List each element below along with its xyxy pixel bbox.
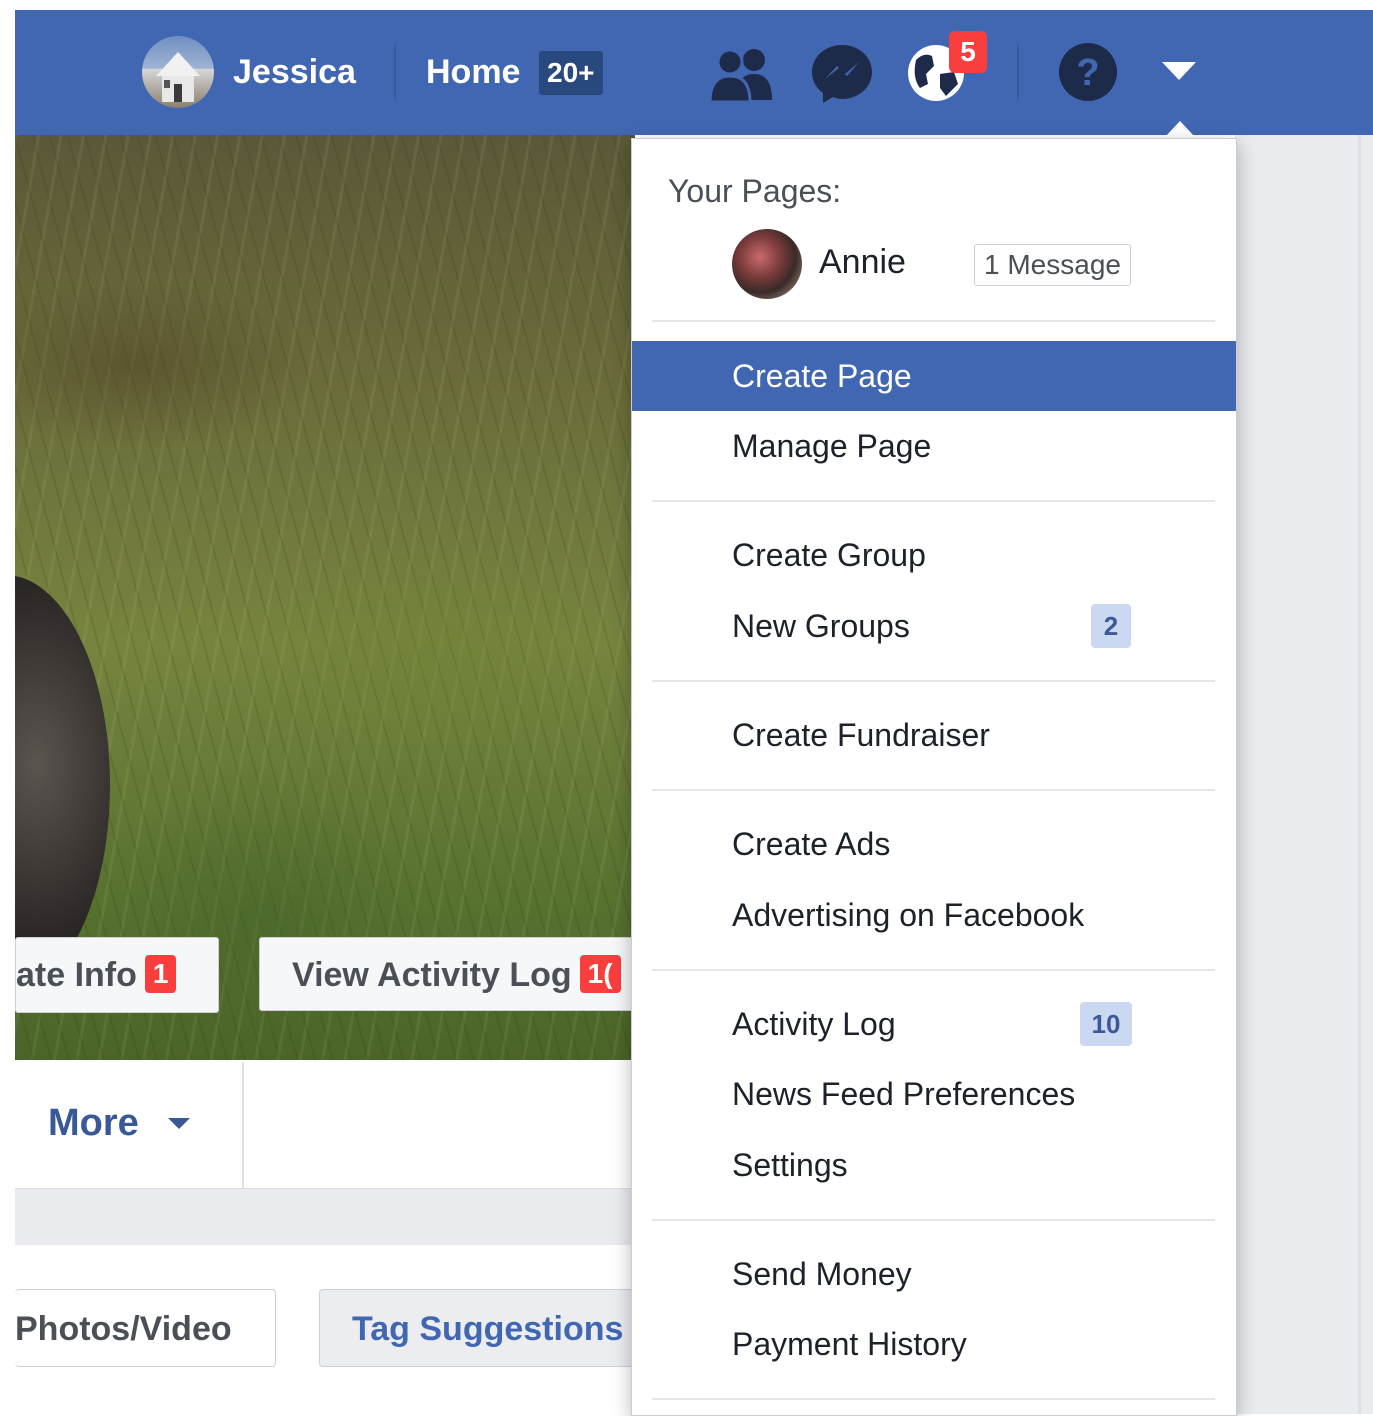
view-activity-log-badge: 1( xyxy=(579,955,621,994)
page-message-badge[interactable]: 1 Message xyxy=(974,244,1131,286)
home-link[interactable]: Home xyxy=(426,52,520,92)
your-pages-heading: Your Pages: xyxy=(668,173,842,209)
menu-item-create-fundraiser[interactable]: Create Fundraiser xyxy=(732,715,990,755)
tag-suggestions-button[interactable]: Tag Suggestions xyxy=(319,1289,635,1367)
menu-item-create-ads[interactable]: Create Ads xyxy=(732,824,890,864)
menu-divider xyxy=(652,680,1215,682)
view-activity-log-label: View Activity Log xyxy=(292,956,572,994)
view-activity-log-button[interactable]: View Activity Log 1( xyxy=(259,937,635,1011)
menu-item-create-group[interactable]: Create Group xyxy=(732,535,926,575)
friend-requests-icon[interactable] xyxy=(706,44,778,104)
menu-item-advertising-on-facebook[interactable]: Advertising on Facebook xyxy=(732,895,1084,935)
menu-highlight xyxy=(632,341,1236,411)
page-name-link[interactable]: Annie xyxy=(819,241,906,283)
messenger-icon[interactable] xyxy=(810,42,874,104)
home-count-badge: 20+ xyxy=(539,51,603,95)
cover-photo xyxy=(15,135,635,1060)
menu-divider xyxy=(652,500,1215,502)
menu-item-settings[interactable]: Settings xyxy=(732,1145,848,1185)
chevron-down-icon[interactable] xyxy=(168,1118,190,1129)
nav-divider xyxy=(394,44,396,100)
account-dropdown-menu: Your Pages: Annie 1 Message Create Page … xyxy=(631,138,1237,1416)
menu-divider xyxy=(652,320,1215,322)
help-question-icon[interactable]: ? xyxy=(1058,42,1118,102)
right-column xyxy=(1235,135,1373,1414)
menu-item-create-page[interactable]: Create Page xyxy=(732,356,912,396)
activity-log-count-badge: 10 xyxy=(1080,1002,1132,1046)
new-groups-count-badge: 2 xyxy=(1091,604,1131,648)
update-info-button[interactable]: ate Info 1 xyxy=(15,937,219,1013)
menu-item-manage-page[interactable]: Manage Page xyxy=(732,426,931,466)
more-tab[interactable]: More xyxy=(48,1100,139,1146)
photos-video-button[interactable]: Photos/Video xyxy=(15,1289,276,1367)
menu-item-send-money[interactable]: Send Money xyxy=(732,1254,912,1294)
update-info-label: ate Info xyxy=(16,956,137,994)
tab-divider xyxy=(242,1062,244,1188)
notifications-count-badge: 5 xyxy=(949,31,987,73)
menu-divider xyxy=(652,789,1215,791)
right-column-border xyxy=(1358,135,1361,1414)
section-gap xyxy=(15,1188,635,1245)
menu-item-news-feed-preferences[interactable]: News Feed Preferences xyxy=(732,1074,1075,1114)
menu-divider xyxy=(652,969,1215,971)
caret-down-icon[interactable] xyxy=(1162,62,1196,80)
menu-item-new-groups[interactable]: New Groups xyxy=(732,606,910,646)
menu-item-payment-history[interactable]: Payment History xyxy=(732,1324,967,1364)
svg-text:?: ? xyxy=(1076,52,1099,94)
page-avatar[interactable] xyxy=(732,229,802,299)
menu-divider xyxy=(652,1219,1215,1221)
cover-photo-dog xyxy=(15,575,110,995)
update-info-badge: 1 xyxy=(144,955,177,994)
menu-item-activity-log[interactable]: Activity Log xyxy=(732,1004,896,1044)
nav-divider xyxy=(1017,44,1019,100)
menu-divider xyxy=(652,1398,1215,1400)
user-name-link[interactable]: Jessica xyxy=(233,52,356,92)
user-avatar[interactable] xyxy=(142,36,214,108)
menu-pointer xyxy=(1164,121,1196,138)
